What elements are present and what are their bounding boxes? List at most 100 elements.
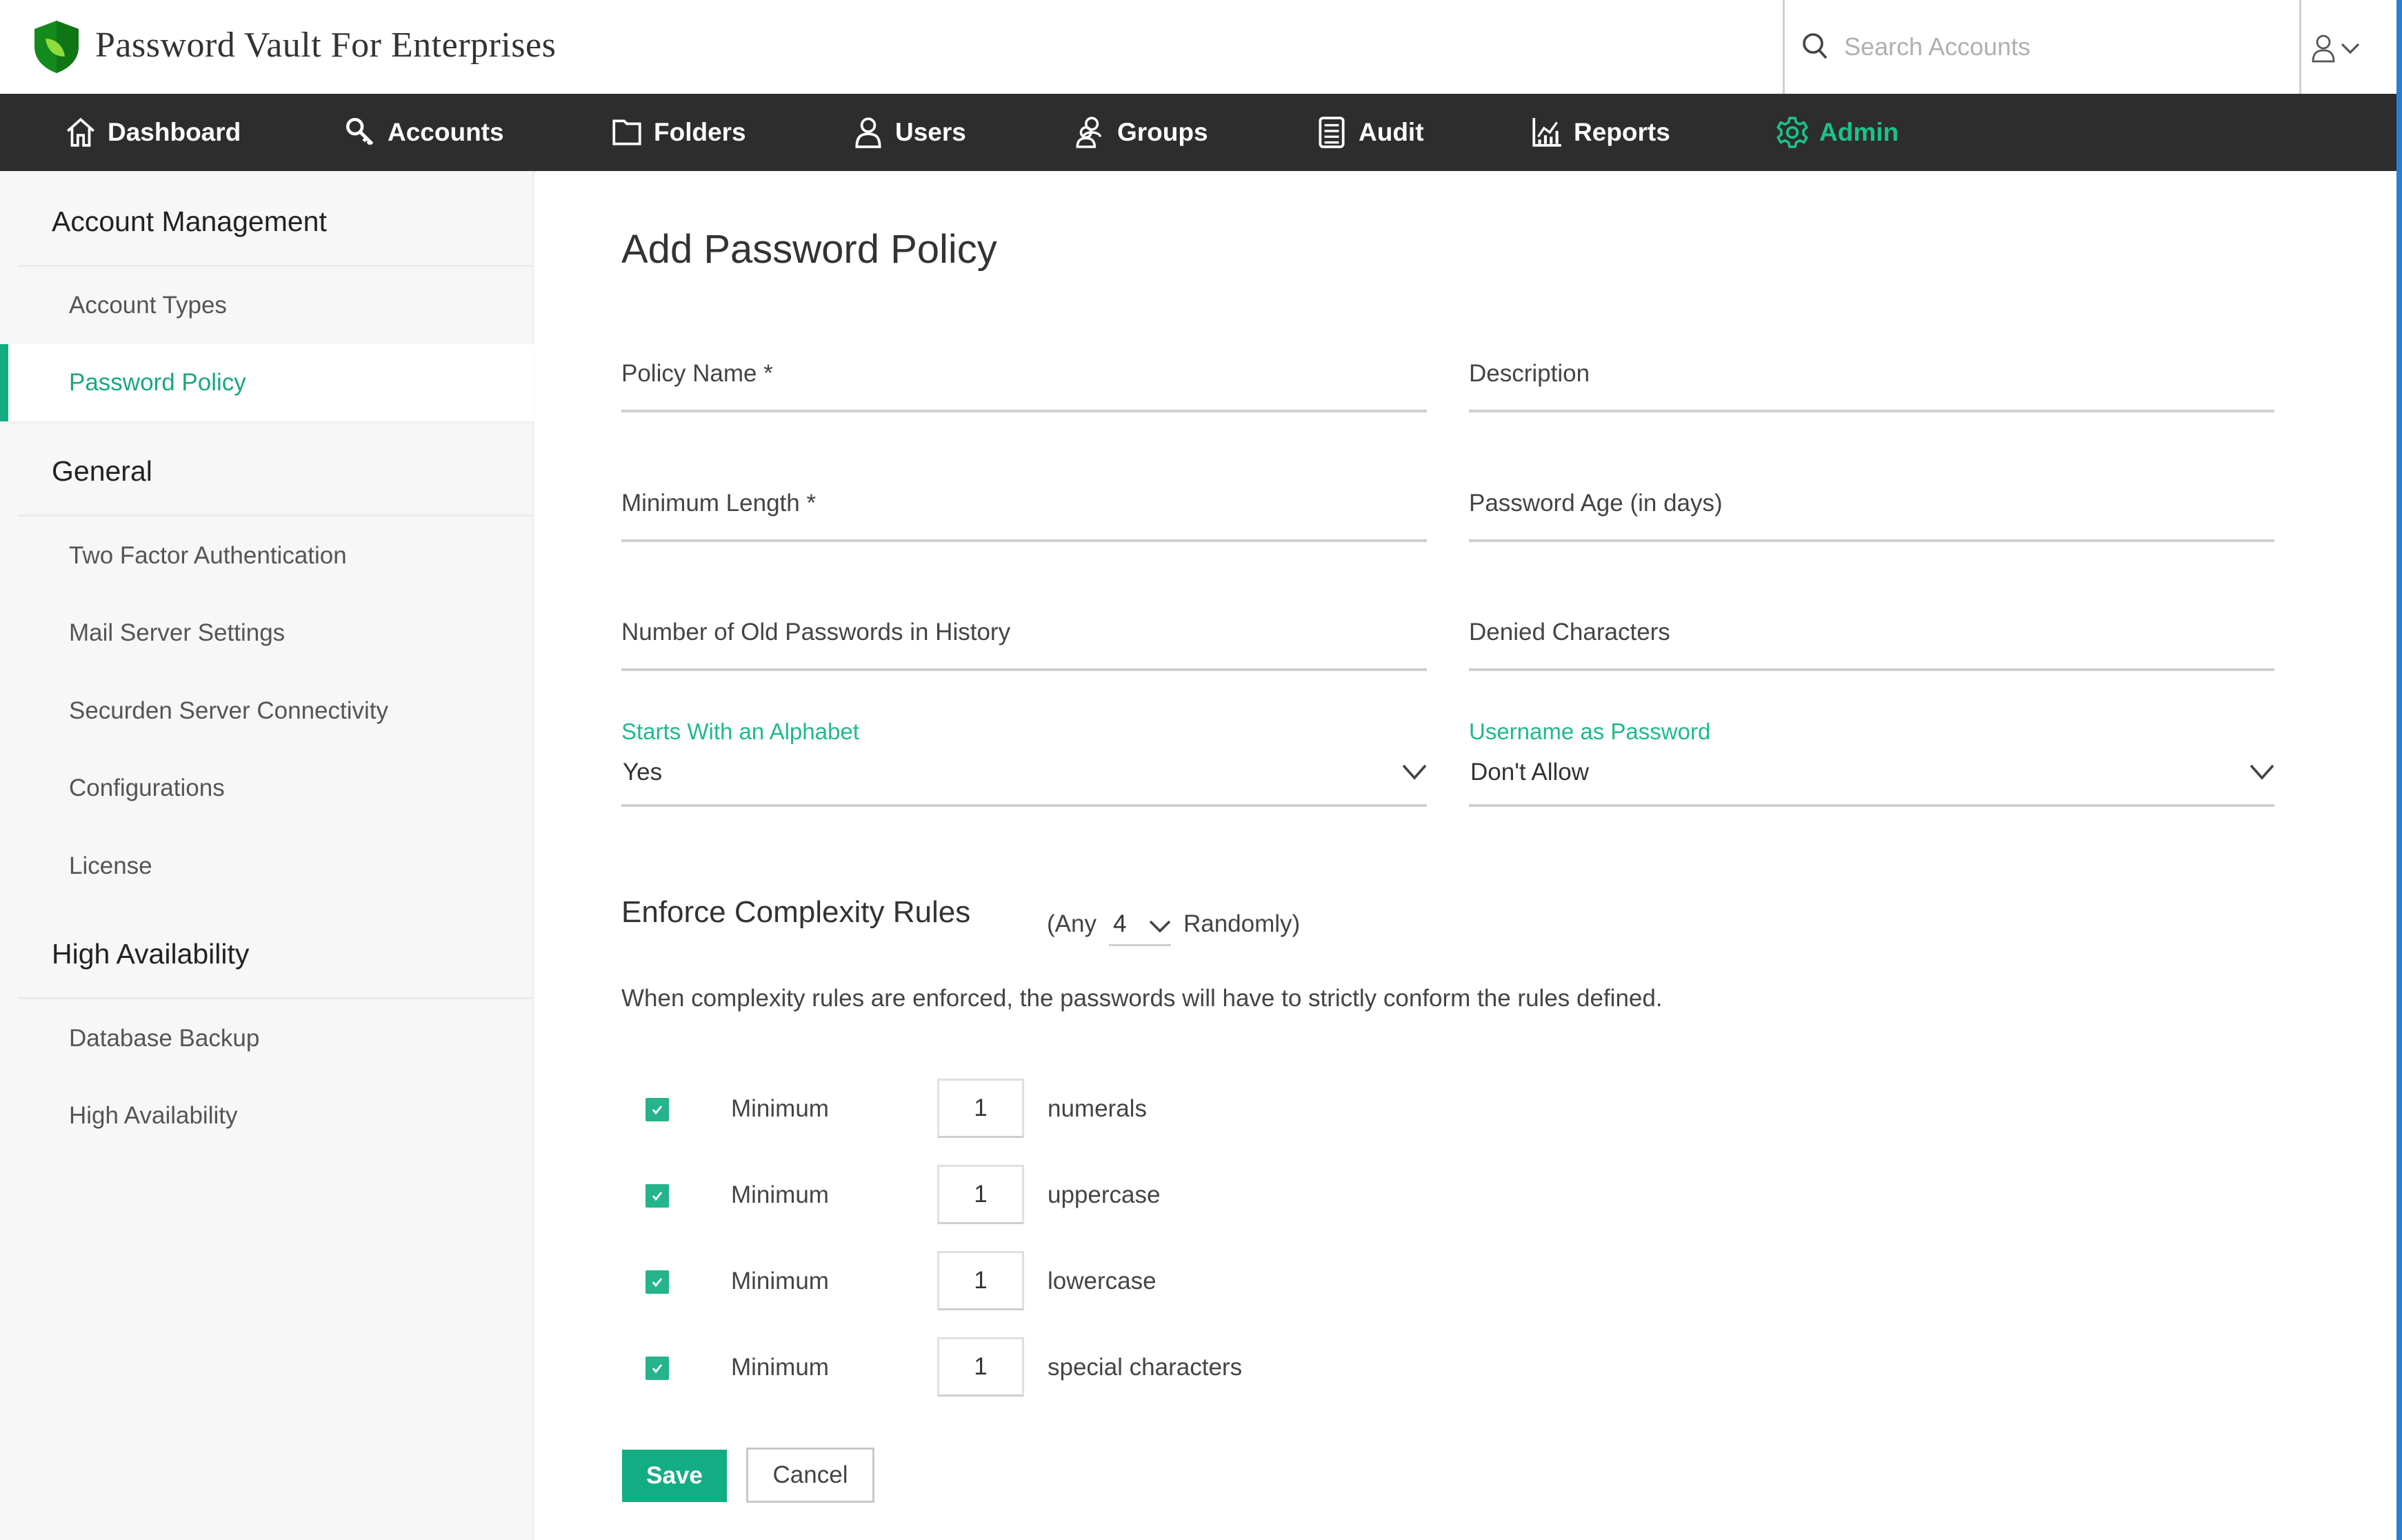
sidebar-section-high-availability: High Availability: [52, 938, 250, 970]
nav-reports[interactable]: Reports: [1530, 94, 1670, 171]
user-menu-button[interactable]: [2310, 28, 2379, 69]
nav-label: Groups: [1117, 118, 1208, 146]
chevron-down-icon: [1402, 764, 1427, 780]
home-icon: [67, 117, 94, 147]
nav-dashboard[interactable]: Dashboard: [63, 94, 241, 171]
rule-checkbox[interactable]: [645, 1098, 669, 1121]
sidebar-item-high-availability[interactable]: High Availability: [0, 1077, 534, 1154]
rule-prefix: Minimum: [731, 1095, 829, 1122]
divider: [18, 997, 534, 999]
nav-accounts[interactable]: Accounts: [343, 94, 504, 171]
sidebar-item-configurations[interactable]: Configurations: [0, 750, 534, 827]
sidebar-item-securden-server-connectivity[interactable]: Securden Server Connectivity: [0, 672, 534, 750]
main-content: Add Password Policy Policy Name * Descri…: [535, 171, 2396, 1540]
rule-row-uppercase: Minimum uppercase: [645, 1165, 1335, 1226]
select-label: Starts With an Alphabet: [621, 719, 859, 744]
chevron-down-icon: [2341, 43, 2360, 54]
sidebar-item-two-factor-authentication[interactable]: Two Factor Authentication: [0, 517, 534, 594]
select-label: Username as Password: [1469, 719, 1711, 744]
audit-list-icon: [1319, 117, 1345, 148]
rule-checkbox[interactable]: [645, 1184, 669, 1208]
complexity-any-selector: (Any 4 Randomly): [1047, 902, 1300, 946]
group-icon: [1076, 117, 1102, 148]
search-input[interactable]: [1844, 25, 2272, 69]
nav-folders[interactable]: Folders: [610, 94, 746, 171]
nav-groups[interactable]: Groups: [1073, 94, 1208, 171]
rule-row-numerals: Minimum numerals: [645, 1079, 1335, 1139]
check-icon: [652, 1192, 663, 1201]
description-input[interactable]: [1469, 343, 2274, 410]
sidebar-section-general: General: [52, 455, 152, 487]
denied-characters-field[interactable]: Denied Characters: [1469, 602, 2274, 671]
nav-label: Reports: [1574, 118, 1670, 146]
divider: [18, 514, 534, 517]
rule-type: special characters: [1048, 1354, 1243, 1381]
chevron-down-icon: [2250, 764, 2274, 780]
rule-prefix: Minimum: [731, 1354, 829, 1381]
nav-audit[interactable]: Audit: [1314, 94, 1424, 171]
rule-type: numerals: [1048, 1095, 1147, 1122]
complexity-description: When complexity rules are enforced, the …: [621, 985, 1663, 1012]
select-value: 4: [1112, 910, 1127, 937]
check-icon: [652, 1106, 663, 1115]
username-as-password-select[interactable]: Username as Password Don't Allow: [1469, 719, 2274, 807]
starts-with-alphabet-select[interactable]: Starts With an Alphabet Yes: [621, 719, 1427, 807]
rule-checkbox[interactable]: [645, 1357, 669, 1380]
nav-label: Dashboard: [108, 118, 241, 146]
sidebar-section-account-management: Account Management: [52, 206, 327, 237]
search-box: [1783, 0, 2301, 94]
special-characters-count-input[interactable]: [937, 1337, 1024, 1397]
denied-characters-input[interactable]: [1469, 602, 2274, 668]
password-age-field[interactable]: Password Age (in days): [1469, 473, 2274, 542]
lowercase-count-input[interactable]: [937, 1251, 1024, 1310]
complexity-count-select[interactable]: 4: [1108, 902, 1171, 946]
search-icon[interactable]: [1801, 32, 1829, 62]
complexity-rules-title: Enforce Complexity Rules: [621, 895, 971, 929]
page-title: Add Password Policy: [621, 227, 997, 272]
description-field[interactable]: Description: [1469, 343, 2274, 412]
app-title: Password Vault For Enterprises: [95, 26, 557, 65]
sidebar-item-mail-server-settings[interactable]: Mail Server Settings: [0, 594, 534, 672]
nav-label: Accounts: [388, 118, 504, 146]
rule-type: uppercase: [1048, 1181, 1161, 1208]
folder-icon: [612, 119, 641, 146]
old-passwords-history-input[interactable]: [621, 602, 1427, 668]
policy-name-input[interactable]: [621, 343, 1427, 410]
nav-label: Folders: [654, 118, 746, 146]
sidebar-item-database-backup[interactable]: Database Backup: [0, 1000, 534, 1077]
rule-checkbox[interactable]: [645, 1270, 669, 1294]
top-header: Password Vault For Enterprises: [0, 0, 2396, 94]
policy-name-field[interactable]: Policy Name *: [621, 343, 1427, 412]
nav-admin[interactable]: Admin: [1775, 94, 1899, 171]
nav-label: Users: [895, 118, 966, 146]
nav-label: Audit: [1359, 118, 1424, 146]
password-age-input[interactable]: [1469, 473, 2274, 539]
sidebar-item-password-policy[interactable]: Password Policy: [0, 344, 534, 421]
chevron-down-icon: [1149, 920, 1171, 933]
window-edge: [2396, 0, 2402, 1540]
select-value: Don't Allow: [1470, 759, 1590, 786]
check-icon: [652, 1278, 663, 1288]
admin-sidebar: Account Management Account Types Passwor…: [0, 171, 534, 1540]
rule-row-special-characters: Minimum special characters: [645, 1337, 1335, 1398]
shield-logo-icon: [34, 21, 79, 73]
uppercase-count-input[interactable]: [937, 1165, 1024, 1224]
any-suffix: Randomly): [1183, 910, 1301, 937]
cancel-button[interactable]: Cancel: [746, 1448, 874, 1503]
main-nav: Dashboard Accounts Folders Users Groups …: [0, 94, 2396, 171]
save-button[interactable]: Save: [622, 1450, 727, 1502]
numerals-count-input[interactable]: [937, 1079, 1024, 1138]
nav-label: Admin: [1819, 118, 1899, 146]
user-icon: [2312, 34, 2335, 63]
key-icon: [346, 117, 374, 146]
rule-prefix: Minimum: [731, 1181, 829, 1208]
nav-users[interactable]: Users: [851, 94, 966, 171]
minimum-length-field[interactable]: Minimum Length *: [621, 473, 1427, 542]
minimum-length-input[interactable]: [621, 473, 1427, 539]
chart-icon: [1532, 118, 1561, 147]
user-icon: [855, 117, 881, 148]
sidebar-item-license[interactable]: License: [0, 828, 534, 905]
sidebar-item-account-types[interactable]: Account Types: [0, 267, 534, 344]
check-icon: [652, 1364, 663, 1374]
old-passwords-history-field[interactable]: Number of Old Passwords in History: [621, 602, 1427, 671]
